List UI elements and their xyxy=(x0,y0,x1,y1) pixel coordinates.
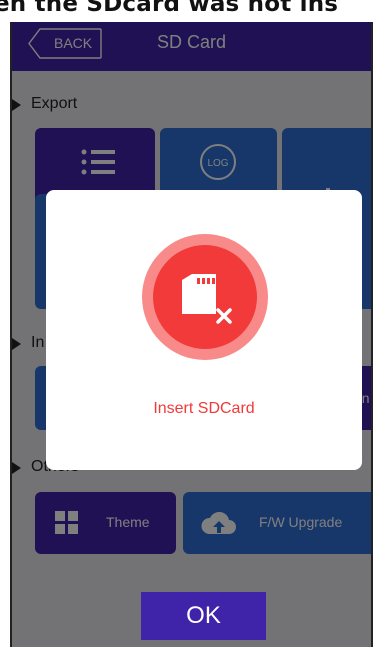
dialog-message: Insert SDCard xyxy=(153,400,255,417)
page-caption: en the SDcard was not ins xyxy=(0,0,383,22)
insert-sdcard-dialog: Insert SDCard xyxy=(46,190,362,470)
caption-text: en the SDcard was not ins xyxy=(0,0,339,17)
sdcard-error-icon xyxy=(142,234,268,360)
device-screen: BACK SD Card Export LOG xyxy=(10,22,373,647)
ok-button[interactable]: OK xyxy=(141,592,266,640)
